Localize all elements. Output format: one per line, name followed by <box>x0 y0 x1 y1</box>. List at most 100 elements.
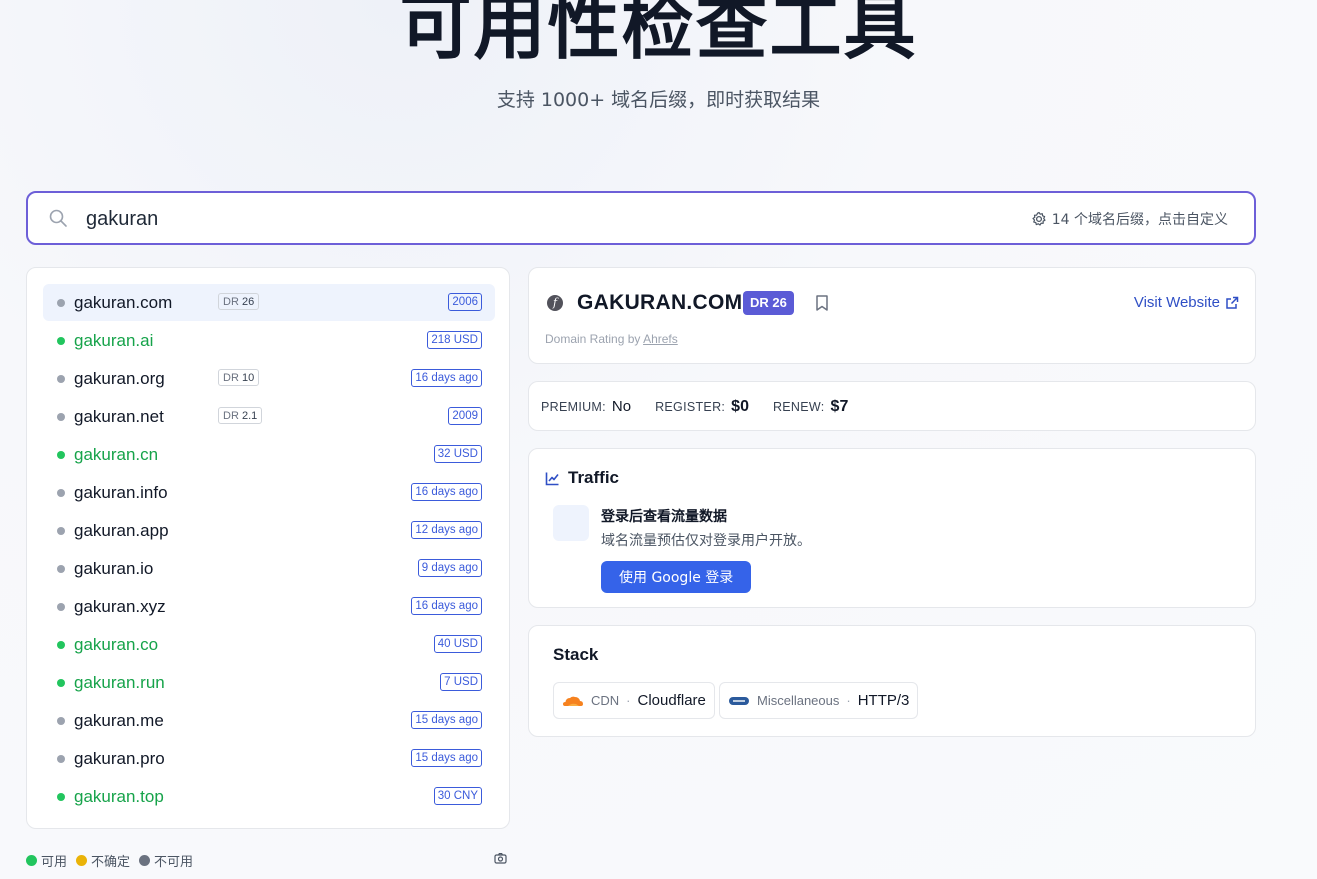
domain-name: gakuran.co <box>74 635 159 654</box>
domain-row[interactable]: gakuran.cn 32 USD <box>43 436 495 473</box>
status-dot <box>57 565 65 573</box>
domain-info-tag: 9 days ago <box>417 559 482 577</box>
domain-list: gakuran.com DR 26 2006 gakuran.ai 218 USD gak… <box>26 267 510 829</box>
domain-name: gakuran.top <box>74 787 164 806</box>
dr-tag: DR 26 <box>218 293 260 310</box>
stack-item-misc[interactable]: Miscellaneous · HTTP/3 <box>719 682 919 719</box>
stack-separator: · <box>626 693 631 708</box>
pricing-card: PREMIUM: No REGISTER: $0 RENEW: $7 <box>528 381 1256 431</box>
domain-info-tag: 15 days ago <box>411 749 482 767</box>
status-dot <box>57 793 65 801</box>
dr-tag-label: DR <box>223 296 239 308</box>
search-icon <box>49 209 67 227</box>
status-dot <box>57 641 65 649</box>
domain-name: gakuran.net <box>74 407 164 426</box>
register-label: REGISTER: <box>655 400 726 414</box>
status-dot <box>57 375 65 383</box>
domain-row[interactable]: gakuran.co 40 USD <box>43 626 495 663</box>
stack-cdn-category: CDN <box>591 693 620 708</box>
domain-name: gakuran.io <box>74 559 154 578</box>
stack-misc-category: Miscellaneous <box>757 693 840 708</box>
visit-website-label: Visit Website <box>1133 294 1220 311</box>
domain-info-tag: 7 USD <box>440 673 482 691</box>
domain-row[interactable]: gakuran.top 30 CNY <box>43 778 495 815</box>
tld-config-button[interactable]: 14 个域名后缀，点击自定义 <box>1031 209 1228 229</box>
domain-row[interactable]: gakuran.io 9 days ago <box>43 550 495 587</box>
ahrefs-link[interactable]: Ahrefs <box>643 332 678 346</box>
domain-row[interactable]: gakuran.me 15 days ago <box>43 702 495 739</box>
domain-info-tag: 15 days ago <box>411 711 482 729</box>
stack-separator: · <box>846 693 851 708</box>
rating-prefix: Domain Rating by <box>545 332 641 346</box>
hero-subtitle: 支持 1000+ 域名后缀，即时获取结果 <box>496 89 821 111</box>
stack-item-cdn[interactable]: CDN · Cloudflare <box>553 682 715 719</box>
domain-name: gakuran.app <box>74 521 169 540</box>
domain-row[interactable]: gakuran.org DR 10 16 days ago <box>43 360 495 397</box>
domain-info-tag: 16 days ago <box>411 597 482 615</box>
traffic-card: Traffic 登录后查看流量数据 域名流量预估仅对登录用户开放。 使用 Goo… <box>528 448 1256 608</box>
legend-available: 可用 <box>41 855 68 870</box>
legend-uncertain: 不确定 <box>91 855 131 870</box>
domain-row[interactable]: gakuran.xyz 16 days ago <box>43 588 495 625</box>
rating-note: Domain Rating by Ahrefs <box>545 332 678 346</box>
status-dot <box>57 451 65 459</box>
domain-info-tag: 2009 <box>448 407 482 425</box>
traffic-login-desc: 域名流量预估仅对登录用户开放。 <box>601 533 811 549</box>
search-input[interactable] <box>84 202 988 236</box>
domain-info-tag: 32 USD <box>433 445 482 463</box>
renew-label: RENEW: <box>772 400 825 414</box>
stack-misc-value: HTTP/3 <box>857 692 910 709</box>
domain-row[interactable]: gakuran.ai 218 USD <box>43 322 495 359</box>
traffic-placeholder <box>553 505 589 541</box>
camera-icon[interactable] <box>494 852 507 865</box>
domain-row[interactable]: gakuran.info 16 days ago <box>43 474 495 511</box>
domain-info-tag: 16 days ago <box>411 483 482 501</box>
http3-icon <box>729 696 749 705</box>
domain-info-tag: 12 days ago <box>411 521 482 539</box>
dr-tag-label: DR <box>223 372 239 384</box>
google-login-button[interactable]: 使用 Google 登录 <box>601 561 752 593</box>
chart-line-icon <box>545 472 559 485</box>
domain-row[interactable]: gakuran.app 12 days ago <box>43 512 495 549</box>
renew-value: $7 <box>830 398 849 415</box>
status-dot <box>57 603 65 611</box>
domain-row[interactable]: gakuran.run 7 USD <box>43 664 495 701</box>
status-dot <box>57 413 65 421</box>
domain-row[interactable]: gakuran.com DR 26 2006 <box>43 284 495 321</box>
status-dot <box>57 755 65 763</box>
domain-name: gakuran.cn <box>74 445 159 464</box>
domain-row[interactable]: gakuran.net DR 2.1 2009 <box>43 398 495 435</box>
domain-name: gakuran.ai <box>74 331 154 350</box>
dr-tag-value: 26 <box>241 296 255 308</box>
hero-title: 可用性检查工具 <box>399 0 918 69</box>
status-dot <box>57 717 65 725</box>
status-dot <box>57 679 65 687</box>
cloudflare-icon <box>563 696 583 706</box>
status-dot <box>57 527 65 535</box>
dr-tag: DR 2.1 <box>218 407 263 424</box>
uncertain-dot <box>76 855 88 866</box>
bookmark-icon[interactable] <box>814 294 830 312</box>
status-dot <box>57 299 65 307</box>
domain-info-tag: 2006 <box>448 293 482 311</box>
domain-name: gakuran.me <box>74 711 164 730</box>
status-legend: 可用 不确定 不可用 <box>26 851 193 870</box>
dr-badge: DR 26 <box>743 291 794 315</box>
domain-name: gakuran.xyz <box>74 597 166 616</box>
domain-info-tag: 16 days ago <box>411 369 482 387</box>
premium-value: No <box>611 398 632 415</box>
search-box[interactable]: 14 个域名后缀，点击自定义 <box>26 191 1256 245</box>
domain-name: gakuran.org <box>74 369 165 388</box>
status-dot <box>57 489 65 497</box>
domain-info-tag: 40 USD <box>433 635 482 653</box>
domain-title: GAKURAN.COM <box>577 291 743 314</box>
stack-cdn-value: Cloudflare <box>637 692 706 709</box>
stack-heading: Stack <box>553 645 599 664</box>
dr-tag-label: DR <box>223 410 239 422</box>
dr-tag-value: 2.1 <box>241 410 258 422</box>
external-link-icon <box>1226 296 1239 309</box>
domain-name: gakuran.com <box>74 293 173 312</box>
domain-row[interactable]: gakuran.pro 15 days ago <box>43 740 495 777</box>
status-dot <box>57 337 65 345</box>
visit-website-link[interactable]: Visit Website <box>1134 294 1239 311</box>
